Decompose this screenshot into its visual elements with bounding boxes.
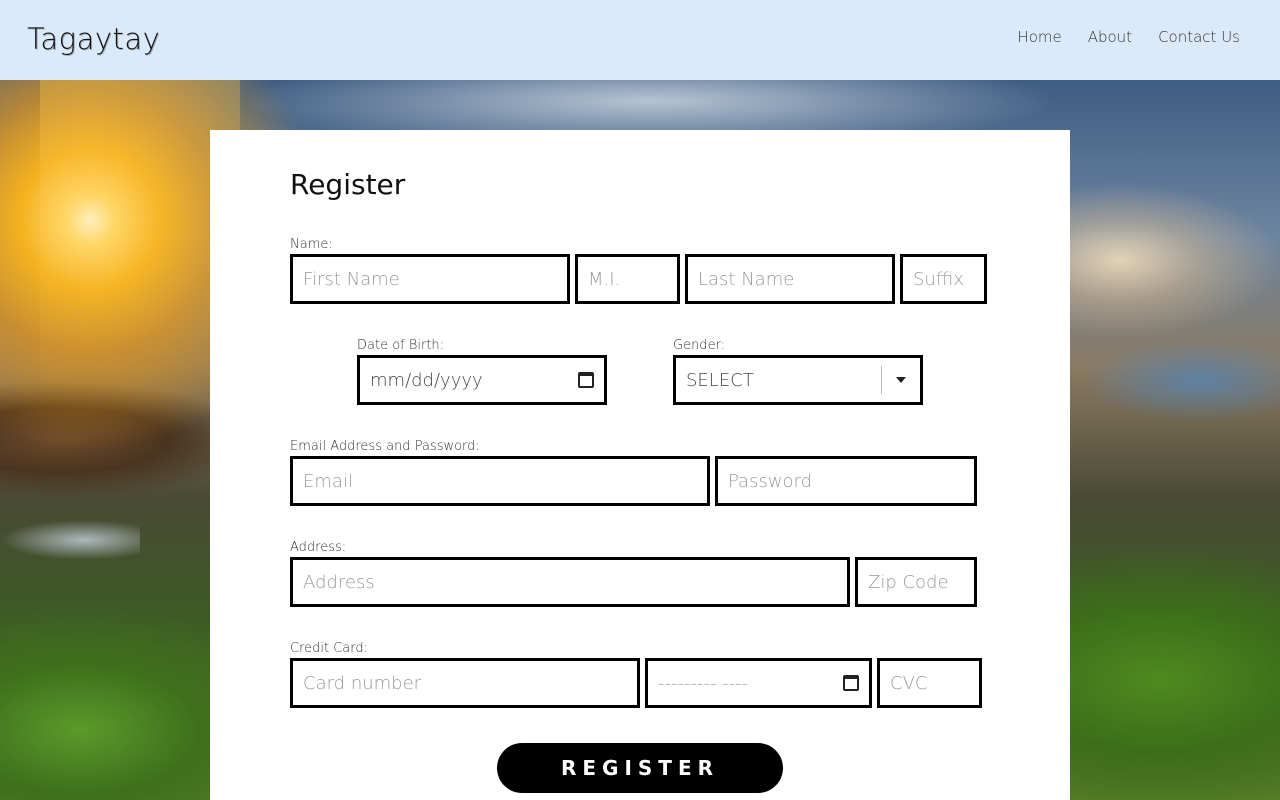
register-button[interactable]: REGISTER	[497, 743, 783, 793]
first-name-placeholder: First Name	[303, 268, 400, 290]
cvc-input[interactable]: CVC	[877, 658, 982, 708]
dob-label: Date of Birth:	[357, 338, 445, 353]
nav-contact-link[interactable]: Contact Us	[1158, 28, 1240, 46]
address-label: Address:	[290, 540, 347, 555]
credit-card-label: Credit Card:	[290, 641, 369, 656]
page-title: Register	[290, 168, 406, 201]
site-header: Tagaytay Home About Contact Us	[0, 0, 1280, 80]
chevron-down-icon	[896, 377, 906, 383]
middle-initial-placeholder: M.I.	[588, 268, 621, 290]
first-name-input[interactable]: First Name	[290, 254, 570, 304]
gender-selected-value: SELECT	[686, 369, 754, 391]
main-nav: Home About Contact Us	[1017, 28, 1240, 46]
nav-about-link[interactable]: About	[1088, 28, 1132, 46]
suffix-input[interactable]: Suffix	[900, 254, 987, 304]
middle-initial-input[interactable]: M.I.	[575, 254, 680, 304]
register-card: Register Name: First Name M.I. Last Name…	[210, 130, 1070, 800]
address-placeholder: Address	[303, 571, 375, 593]
password-placeholder: Password	[728, 470, 813, 492]
card-number-placeholder: Card number	[303, 672, 422, 694]
rooftops	[0, 520, 140, 560]
password-field[interactable]: Password	[715, 456, 977, 506]
email-field[interactable]: Email	[290, 456, 710, 506]
cvc-placeholder: CVC	[890, 672, 928, 694]
nav-home-link[interactable]: Home	[1017, 28, 1061, 46]
dob-value: mm/dd/yyyy	[370, 369, 483, 391]
card-expiry-input[interactable]: --------- ----	[645, 658, 872, 708]
calendar-icon[interactable]	[843, 675, 859, 691]
gender-label: Gender:	[673, 338, 726, 353]
card-number-input[interactable]: Card number	[290, 658, 640, 708]
site-logo[interactable]: Tagaytay	[27, 22, 160, 56]
last-name-input[interactable]: Last Name	[685, 254, 895, 304]
gender-select[interactable]: SELECT	[673, 355, 923, 405]
address-input[interactable]: Address	[290, 557, 850, 607]
name-label: Name:	[290, 237, 333, 252]
dob-input[interactable]: mm/dd/yyyy	[357, 355, 607, 405]
last-name-placeholder: Last Name	[698, 268, 795, 290]
zip-code-input[interactable]: Zip Code	[855, 557, 977, 607]
calendar-icon[interactable]	[578, 372, 594, 388]
card-expiry-value: --------- ----	[658, 672, 749, 694]
email-placeholder: Email	[303, 470, 353, 492]
select-divider	[881, 366, 882, 394]
suffix-placeholder: Suffix	[913, 268, 964, 290]
email-password-label: Email Address and Password:	[290, 439, 480, 454]
zip-code-placeholder: Zip Code	[868, 571, 949, 593]
